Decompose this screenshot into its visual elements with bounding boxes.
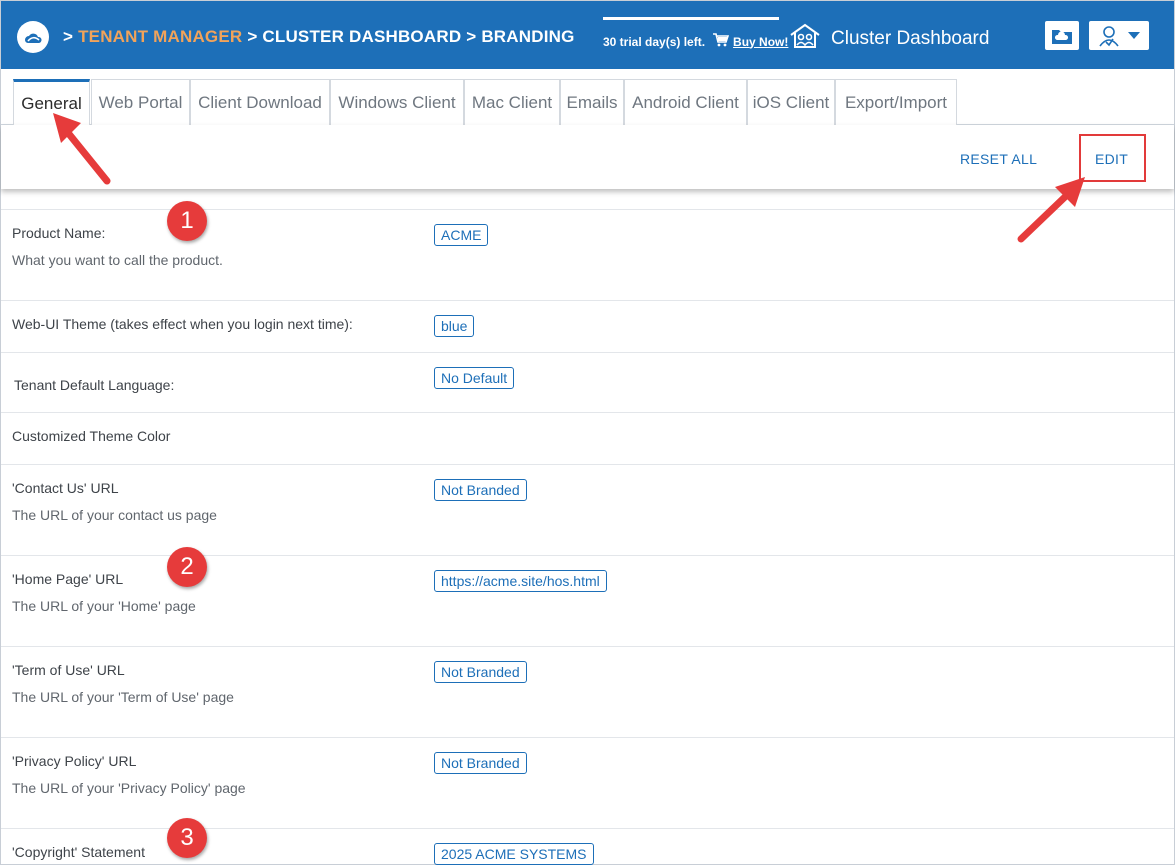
setting-label: 'Home Page' URL [12,571,124,587]
annotation-arrow-icon [1017,177,1085,243]
setting-description: The URL of your 'Privacy Policy' page [12,780,246,796]
setting-label: 'Copyright' Statement [12,844,145,860]
tab-ios-client[interactable]: iOS Client [747,79,835,125]
folder-button[interactable] [1045,21,1079,50]
buy-now-link[interactable]: Buy Now! [733,35,788,49]
setting-description: The URL of your 'Term of Use' page [12,689,234,705]
setting-row-contact-us-url: 'Contact Us' URL The URL of your contact… [1,464,1174,555]
user-icon [1099,25,1119,46]
setting-description: The URL of your contact us page [12,507,217,523]
tab-windows-client[interactable]: Windows Client [330,79,464,125]
setting-value: Not Branded [434,479,527,501]
setting-description: The URL of your 'Home' page [12,598,196,614]
setting-label: Product Name: [12,225,106,241]
trial-text: 30 trial day(s) left. [603,34,706,49]
tab-mac-client[interactable]: Mac Client [464,79,560,125]
setting-label: Web-UI Theme (takes effect when you logi… [12,316,353,332]
setting-label: Tenant Default Language: [14,377,175,393]
house-users-icon [789,23,821,55]
setting-row-privacy-policy-url: 'Privacy Policy' URL The URL of your 'Pr… [1,737,1174,828]
annotation-badge-2: 2 [167,547,207,587]
setting-row-theme-color: Customized Theme Color [1,412,1174,464]
setting-value: ACME [434,224,489,246]
annotation-badge-1: 1 [167,201,207,241]
breadcrumb-separator: > [63,27,74,46]
setting-label: 'Privacy Policy' URL [12,753,137,769]
toolbar: RESET ALL EDIT [1,125,1174,189]
cluster-dashboard-link[interactable]: Cluster Dashboard [789,23,989,55]
setting-value: https://acme.site/hos.html [434,570,607,592]
breadcrumb-branding: BRANDING [481,27,575,46]
top-header: > TENANT MANAGER > CLUSTER DASHBOARD > B… [1,1,1174,69]
dashboard-title: Cluster Dashboard [831,28,990,49]
setting-value: 2025 ACME SYSTEMS [434,843,594,865]
annotation-badge-3: 3 [167,818,207,858]
chevron-down-icon [1128,31,1140,39]
cloud-logo-icon[interactable] [17,21,49,53]
setting-label: 'Contact Us' URL [12,480,119,496]
breadcrumb-cluster-dashboard[interactable]: CLUSTER DASHBOARD [262,27,461,46]
setting-value: Not Branded [434,752,527,774]
setting-label: 'Term of Use' URL [12,662,125,678]
annotation-arrow-icon [53,113,111,185]
breadcrumb-separator: > [466,27,477,46]
setting-description: What you want to call the product. [12,252,223,268]
tab-android-client[interactable]: Android Client [624,79,747,125]
tab-export-import[interactable]: Export/Import [835,79,957,125]
breadcrumb: > TENANT MANAGER > CLUSTER DASHBOARD > B… [63,27,575,47]
setting-row-web-ui-theme: Web-UI Theme (takes effect when you logi… [1,300,1174,352]
tab-bar: General Web Portal Client Download Windo… [1,69,1174,126]
setting-row-default-language: Tenant Default Language: No Default [1,352,1174,412]
tab-emails[interactable]: Emails [560,79,624,125]
cart-icon[interactable] [713,33,730,50]
reset-all-button[interactable]: RESET ALL [960,151,1037,167]
breadcrumb-separator: > [247,27,258,46]
setting-value: No Default [434,367,515,389]
setting-value: Not Branded [434,661,527,683]
user-menu-button[interactable] [1089,21,1149,50]
setting-label: Customized Theme Color [12,428,171,444]
setting-row-term-of-use-url: 'Term of Use' URL The URL of your 'Term … [1,646,1174,737]
setting-value: blue [434,315,475,337]
cloud-folder-icon [1052,29,1072,44]
trial-notice: 30 trial day(s) left. Buy Now! [603,17,788,50]
settings-list: Product Name: What you want to call the … [1,209,1174,865]
tab-client-download[interactable]: Client Download [190,79,330,125]
breadcrumb-tenant-manager[interactable]: TENANT MANAGER [78,27,242,46]
